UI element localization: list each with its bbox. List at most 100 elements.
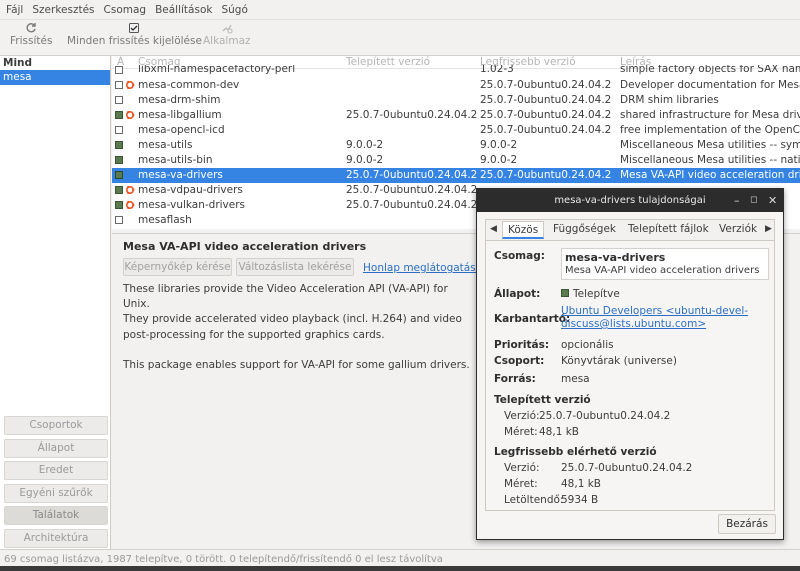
download-size-value: 5934 B (561, 494, 599, 506)
tab-scroll-left-icon[interactable]: ◀ (490, 224, 497, 234)
custom-filters-button[interactable]: Egyéni szűrők (4, 483, 108, 503)
section-label: Csoport: (494, 355, 545, 367)
state-label: Állapot: (494, 288, 541, 300)
menu-settings[interactable]: Beállítások (155, 4, 212, 16)
installed-version-label: Verzió: (504, 410, 540, 422)
row-installed: 25.0.7-0ubuntu0.24.04.2 (346, 109, 478, 121)
table-row[interactable]: libxml-namespacefactory-perl 1.02-3 simp… (112, 65, 800, 76)
row-latest: 25.0.7-0ubuntu0.24.04.2 (480, 124, 612, 136)
details-description: These libraries provide the Video Accele… (123, 282, 473, 373)
status-checkbox[interactable] (115, 126, 123, 134)
row-name: mesa-common-dev (138, 79, 240, 91)
close-button[interactable]: Bezárás (718, 514, 776, 534)
close-icon[interactable]: ✕ (768, 189, 777, 212)
latest-size-label: Méret: (504, 478, 538, 490)
status-checkbox[interactable] (115, 111, 123, 119)
priority-value: opcionális (561, 339, 614, 351)
refresh-button[interactable]: Frissítés (10, 22, 52, 47)
status-checkbox[interactable] (115, 171, 123, 179)
row-name: mesaflash (138, 214, 192, 226)
menu-package[interactable]: Csomag (104, 4, 147, 16)
row-latest: 25.0.7-0ubuntu0.24.04.2 (480, 169, 612, 181)
tab-common[interactable]: Közös (502, 221, 545, 239)
homepage-link[interactable]: Honlap meglátogatása (363, 262, 482, 274)
desc-line-3: post-processing for the supported graphi… (123, 328, 385, 341)
properties-dialog: mesa-va-drivers tulajdonságai – ◻ ✕ ◀ Kö… (476, 188, 784, 540)
installed-size-label: Méret: (504, 426, 538, 438)
row-name: mesa-utils-bin (138, 154, 213, 166)
architecture-button[interactable]: Architektúra (4, 528, 108, 548)
refresh-label: Frissítés (10, 35, 53, 47)
status-button[interactable]: Állapot (4, 438, 108, 458)
row-latest: 25.0.7-0ubuntu0.24.04.2 (480, 109, 612, 121)
row-desc: simple factory objects for SAX namespace (620, 65, 800, 75)
sidebar: Mind mesa Csoportok Állapot Eredet Egyén… (0, 56, 111, 549)
row-name: mesa-vdpau-drivers (138, 184, 243, 196)
mark-upgrades-icon (129, 23, 140, 33)
status-checkbox[interactable] (115, 186, 123, 194)
row-desc: Miscellaneous Mesa utilities -- native a… (620, 154, 800, 166)
table-row[interactable]: mesa-common-dev 25.0.7-0ubuntu0.24.04.2 … (112, 78, 800, 93)
status-checkbox[interactable] (115, 66, 123, 74)
origin-button[interactable]: Eredet (4, 461, 108, 480)
ubuntu-support-icon (125, 110, 135, 120)
tab-scroll-right-icon[interactable]: ▶ (765, 224, 772, 234)
menu-file[interactable]: Fájl (6, 4, 23, 16)
status-checkbox[interactable] (115, 141, 123, 149)
row-name: mesa-utils (138, 139, 193, 151)
installed-version-heading: Telepített verzió (494, 394, 591, 406)
latest-version-label: Verzió: (504, 462, 540, 474)
status-checkbox[interactable] (115, 156, 123, 164)
row-desc: free implementation of the OpenCL API (620, 124, 800, 136)
state-value: Telepítve (573, 288, 620, 300)
search-results-button[interactable]: Találatok (4, 506, 108, 525)
package-label: Csomag: (494, 250, 545, 262)
details-title: Mesa VA-API video acceleration drivers (123, 240, 367, 253)
maintainer-link[interactable]: Ubuntu Developers <ubuntu-devel- (561, 305, 748, 317)
menu-help[interactable]: Súgó (221, 4, 247, 16)
sections-button[interactable]: Csoportok (4, 416, 108, 435)
maximize-icon[interactable]: ◻ (750, 189, 757, 212)
status-checkbox[interactable] (115, 81, 123, 89)
refresh-icon (26, 23, 36, 33)
tab-installed-files[interactable]: Telepített fájlok (628, 223, 709, 235)
get-screenshot-button[interactable]: Képernyőkép kérése (123, 258, 232, 276)
row-installed: 25.0.7-0ubuntu0.24.04.2 (346, 169, 478, 181)
desc-line-1: These libraries provide the Video Accele… (123, 283, 448, 311)
desktop-taskbar (0, 566, 800, 571)
maintainer-link-cont[interactable]: discuss@lists.ubuntu.com> (561, 318, 706, 330)
table-row-selected[interactable]: mesa-va-drivers 25.0.7-0ubuntu0.24.04.2 … (112, 168, 800, 183)
minimize-icon[interactable]: – (734, 189, 740, 212)
package-short-desc: Mesa VA-API video acceleration drivers (565, 265, 760, 276)
tab-dependencies[interactable]: Függőségek (553, 223, 616, 235)
get-changelog-button[interactable]: Változáslista lekérése (236, 258, 354, 276)
row-desc: Mesa VA-API video acceleration drivers (620, 169, 800, 181)
table-row[interactable]: mesa-utils-bin 9.0.0-2 9.0.0-2 Miscellan… (112, 153, 800, 168)
download-size-label: Letöltendő: (504, 494, 564, 506)
tab-versions[interactable]: Verziók (719, 223, 757, 235)
table-row[interactable]: mesa-libgallium 25.0.7-0ubuntu0.24.04.2 … (112, 108, 800, 123)
row-name: mesa-drm-shim (138, 94, 221, 106)
mark-all-upgrades-button[interactable]: Minden frissítés kijelölése (67, 22, 202, 47)
row-latest: 9.0.0-2 (480, 154, 518, 166)
sidebar-item-mesa[interactable]: mesa (0, 70, 110, 85)
source-value: mesa (561, 373, 590, 385)
table-row[interactable]: mesa-drm-shim 25.0.7-0ubuntu0.24.04.2 DR… (112, 93, 800, 108)
menu-edit[interactable]: Szerkesztés (32, 4, 94, 16)
table-row[interactable]: mesa-utils 9.0.0-2 9.0.0-2 Miscellaneous… (112, 138, 800, 153)
sidebar-header: Mind (3, 57, 33, 69)
section-value: Könyvtárak (universe) (561, 355, 677, 367)
table-row[interactable]: mesa-opencl-icd 25.0.7-0ubuntu0.24.04.2 … (112, 123, 800, 138)
row-installed: 9.0.0-2 (346, 139, 384, 151)
row-latest: 9.0.0-2 (480, 139, 518, 151)
installed-size-value: 48,1 kB (539, 426, 580, 438)
row-desc: Developer documentation for Mesa (620, 79, 800, 91)
row-name: mesa-opencl-icd (138, 124, 225, 136)
status-checkbox[interactable] (115, 96, 123, 104)
apply-button[interactable]: Alkalmaz (203, 22, 251, 47)
status-checkbox[interactable] (115, 216, 123, 224)
latest-size-value: 48,1 kB (561, 478, 602, 490)
toolbar: Frissítés Minden frissítés kijelölése Al… (0, 20, 800, 56)
status-checkbox[interactable] (115, 201, 123, 209)
dialog-tabs: ◀ Közös Függőségek Telepített fájlok Ver… (485, 219, 775, 241)
